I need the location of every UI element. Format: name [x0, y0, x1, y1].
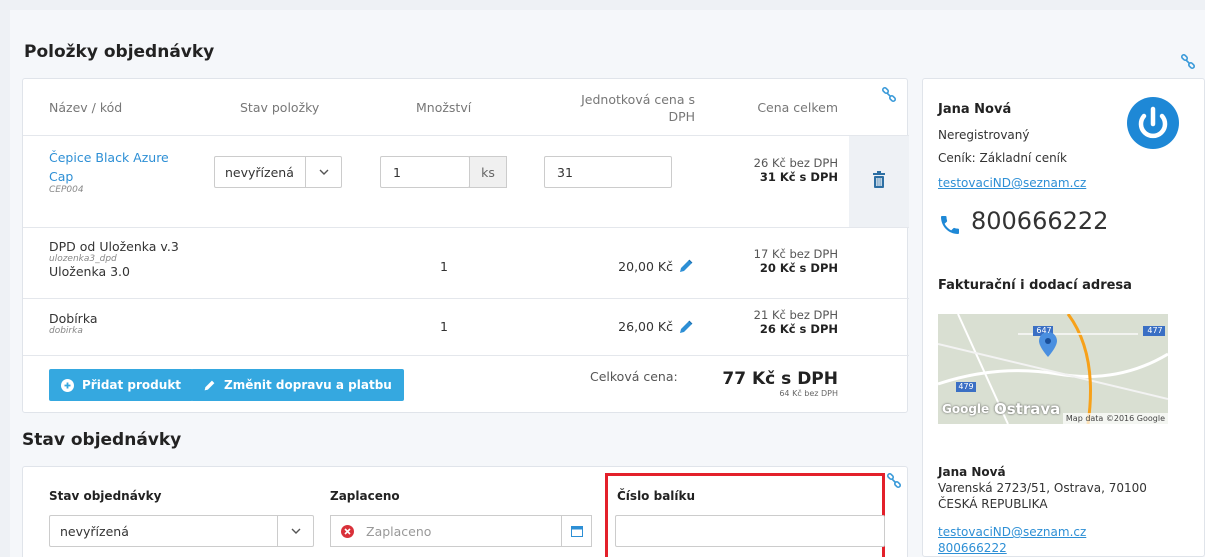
shipping-row: DPD od Uloženka v.3 ulozenka3_dpd Uložen…	[49, 239, 179, 279]
address-email-link[interactable]: testovaciND@seznam.cz	[938, 525, 1086, 539]
product-unit-addon: ks	[469, 156, 507, 188]
col-header-total: Cena celkem	[757, 100, 838, 115]
change-shipping-label: Změnit dopravu a platbu	[224, 378, 392, 392]
close-circle-icon	[341, 524, 354, 538]
product-total-gross: 31 Kč s DPH	[759, 170, 838, 184]
product-unit-price-input[interactable]: 31	[544, 156, 672, 188]
pencil-icon[interactable]	[678, 258, 694, 274]
shipping-total: 17 Kč bez DPH 20 Kč s DPH	[713, 247, 838, 275]
customer-name: Jana Nová	[938, 102, 1012, 117]
address-name: Jana Nová	[938, 465, 1006, 479]
total-price-gross: 77 Kč s DPH	[722, 369, 838, 389]
customer-phone: 800666222	[971, 207, 1109, 235]
shipping-total-net: 17 Kč bez DPH	[753, 247, 838, 261]
pencil-icon	[204, 380, 215, 390]
customer-email-link[interactable]: testovaciND@seznam.cz	[938, 176, 1086, 190]
customer-status: Neregistrovaný	[938, 128, 1030, 142]
shipping-unit-price: 20,00 Kč	[618, 259, 673, 274]
chevron-down-icon[interactable]	[277, 516, 313, 546]
payment-row: Dobírka dobirka	[49, 311, 98, 336]
items-section-title: Položky objednávky	[24, 42, 215, 62]
calendar-button[interactable]	[561, 516, 591, 546]
product-code: CEP004	[49, 185, 84, 195]
package-number-label: Číslo balíku	[617, 489, 696, 503]
plus-circle-icon	[61, 378, 74, 392]
payment-total-net: 21 Kč bez DPH	[753, 308, 838, 322]
state-card: Stav objednávky nevyřízená Zaplaceno Zap…	[22, 466, 908, 557]
address-title: Fakturační i dodací adresa	[938, 278, 1132, 293]
address-street: Varenská 2723/51, Ostrava, 70100	[938, 481, 1147, 495]
customer-pricelist: Ceník: Základní ceník	[938, 151, 1067, 165]
row-divider	[23, 298, 909, 299]
paid-input-group[interactable]: Zaplaceno	[330, 515, 592, 547]
order-state-label: Stav objednávky	[49, 489, 162, 503]
product-state-select[interactable]: nevyřízená	[214, 156, 342, 188]
map-badge-647: 647	[1036, 326, 1052, 335]
row-divider	[23, 355, 909, 356]
paid-label: Zaplaceno	[330, 489, 400, 503]
address-phone-link[interactable]: 800666222	[938, 541, 1007, 555]
shipping-qty: 1	[440, 259, 448, 274]
link-icon[interactable]	[886, 473, 902, 489]
map-badge-477: 477	[1147, 326, 1163, 335]
product-qty-input[interactable]: 1	[380, 156, 470, 188]
google-logo: Google	[942, 402, 990, 416]
address-country: ČESKÁ REPUBLIKA	[938, 497, 1048, 511]
total-price-label: Celková cena:	[590, 369, 678, 384]
pencil-icon[interactable]	[678, 319, 694, 335]
product-total-net: 26 Kč bez DPH	[753, 156, 838, 170]
change-shipping-payment-button[interactable]: Změnit dopravu a platbu	[191, 369, 404, 401]
product-name-link[interactable]: Čepice Black Azure Cap	[49, 150, 169, 184]
calendar-icon	[570, 526, 583, 537]
package-number-input[interactable]	[615, 515, 885, 547]
paid-placeholder: Zaplaceno	[366, 523, 432, 539]
product-row: Čepice Black Azure Cap CEP004	[49, 147, 179, 195]
product-state-value: nevyřízená	[225, 164, 294, 180]
row-divider	[23, 135, 909, 136]
col-header-qty: Množství	[416, 100, 472, 115]
trash-icon[interactable]	[872, 171, 886, 188]
link-icon[interactable]	[1180, 54, 1196, 70]
power-logo-icon	[1127, 97, 1179, 149]
total-price: 77 Kč s DPH 64 Kč bez DPH	[703, 369, 838, 398]
map-credit: Map data ©2016 Google	[1062, 413, 1168, 424]
map-badge-479: 479	[958, 382, 974, 391]
shipping-name: DPD od Uloženka v.3	[49, 239, 179, 254]
payment-unit-price: 26,00 Kč	[618, 319, 673, 334]
add-product-label: Přidat produkt	[82, 378, 182, 392]
link-icon[interactable]	[881, 87, 897, 103]
map-image[interactable]: 647 477 479 Google Ostrava Map data ©201…	[938, 314, 1168, 424]
payment-code: dobirka	[49, 326, 83, 336]
items-card: Název / kód Stav položky Množství Jednot…	[22, 78, 909, 413]
order-state-select[interactable]: nevyřízená	[49, 515, 314, 547]
customer-card: Jana Nová Neregistrovaný Ceník: Základní…	[922, 78, 1205, 557]
product-total: 26 Kč bez DPH 31 Kč s DPH	[713, 156, 838, 184]
row-divider	[23, 227, 909, 228]
col-header-unit-price: Jednotková cena s DPH	[581, 92, 695, 124]
shipping-code: ulozenka3_dpd	[49, 254, 117, 264]
total-price-net: 64 Kč bez DPH	[779, 389, 838, 398]
col-header-state: Stav položky	[240, 100, 320, 115]
payment-total-gross: 26 Kč s DPH	[759, 322, 838, 336]
shipping-total-gross: 20 Kč s DPH	[759, 261, 838, 275]
payment-qty: 1	[440, 319, 448, 334]
map-city-label: Ostrava	[994, 400, 1061, 418]
state-section-title: Stav objednávky	[22, 430, 182, 450]
col-header-name: Název / kód	[49, 100, 123, 115]
order-detail-page: Položky objednávky Název / kód Stav polo…	[10, 10, 1205, 557]
chevron-down-icon[interactable]	[305, 157, 341, 187]
add-product-button[interactable]: Přidat produkt	[49, 369, 194, 401]
phone-icon	[941, 216, 959, 234]
order-state-value: nevyřízená	[60, 523, 129, 539]
payment-name: Dobírka	[49, 311, 98, 326]
shipping-subname: Uloženka 3.0	[49, 264, 130, 279]
payment-total: 21 Kč bez DPH 26 Kč s DPH	[713, 308, 838, 336]
